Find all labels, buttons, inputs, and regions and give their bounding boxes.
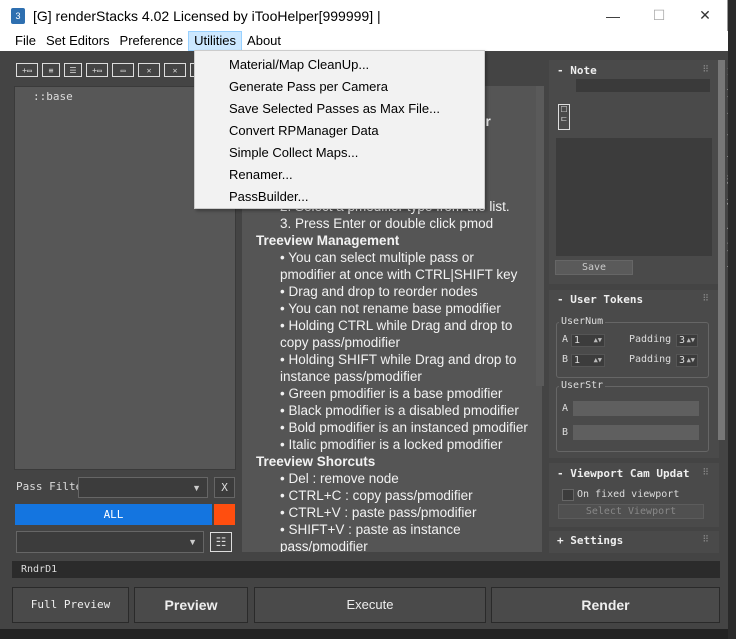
delete-icon[interactable]: ✕ [138, 63, 160, 77]
note-template-icon[interactable]: ☐ ⊏ [558, 104, 570, 130]
note-textarea[interactable] [556, 138, 712, 256]
menu-item-save-passes[interactable]: Save Selected Passes as Max File... [229, 101, 440, 116]
help-step3: 3. Press Enter or double click pmod [280, 216, 494, 231]
title-bar: 3 [G] renderStacks 4.02 Licensed by iToo… [0, 0, 728, 31]
fixed-viewport-label: On fixed viewport [577, 489, 680, 500]
help-line: • CTRL+C : copy pass/pmodifier [280, 488, 473, 503]
minimize-button[interactable]: — [590, 0, 636, 31]
help-line: • Black pmodifier is a disabled pmodifie… [280, 403, 519, 418]
help-line: • Holding SHIFT while Drag and drop to [280, 352, 517, 367]
menu-item-renamer[interactable]: Renamer... [229, 167, 293, 182]
status-bar: RndrD1 [12, 561, 720, 578]
maximize-button[interactable]: ☐ [636, 0, 682, 31]
list-icon[interactable]: ≡ [42, 63, 60, 77]
menu-about[interactable]: About [242, 31, 286, 51]
help-line: • Del : remove node [280, 471, 399, 486]
tree-node-base[interactable]: ::base [33, 90, 73, 103]
help-line: • You can select multiple pass or [280, 250, 474, 265]
padding-b-spinner[interactable]: 3 ▲▼ [676, 354, 698, 367]
help-line: • You can not rename base pmodifier [280, 301, 501, 316]
user-tokens-title[interactable]: - User Tokens [557, 293, 643, 306]
viewport-cam-title[interactable]: - Viewport Cam Updat [557, 467, 689, 480]
preview-button[interactable]: Preview [134, 587, 248, 623]
pass-icon[interactable]: ▭ [112, 63, 134, 77]
note-title[interactable]: - Note [557, 64, 597, 77]
help-scrollbar[interactable] [536, 86, 544, 386]
note-title-field[interactable] [576, 79, 710, 92]
userstr-label: UserStr [559, 380, 606, 391]
userstr-a-label: A [562, 403, 569, 414]
help-line: • Bold pmodifier is an instanced pmodifi… [280, 420, 528, 435]
render-button[interactable]: Render [491, 587, 720, 623]
list-detail-icon[interactable]: ☰ [64, 63, 82, 77]
list-edit-icon[interactable]: ☷ [210, 532, 232, 552]
settings-title[interactable]: + Settings [557, 534, 623, 547]
menu-preference[interactable]: Preference [115, 31, 189, 51]
grip-icon: ⠿ [702, 534, 709, 544]
usernum-b-label: B [562, 354, 569, 365]
userstr-b-label: B [562, 427, 569, 438]
menu-file[interactable]: File [10, 31, 41, 51]
chevron-down-icon: ▼ [192, 483, 201, 493]
userstr-a-field[interactable] [573, 401, 699, 416]
usernum-b-spinner[interactable]: 1 ▲▼ [571, 354, 605, 367]
help-treeview-mgmt-title: Treeview Management [256, 233, 400, 248]
delete-all-icon[interactable]: ✕ [164, 63, 186, 77]
all-filter-button[interactable]: ALL [15, 504, 212, 525]
menu-utilities[interactable]: Utilities [188, 31, 243, 51]
userstr-group [556, 386, 709, 452]
help-line: copy pass/pmodifier [280, 335, 401, 350]
window-title: [G] renderStacks 4.02 Licensed by iTooHe… [33, 7, 381, 24]
help-line: • Drag and drop to reorder nodes [280, 284, 478, 299]
settings-panel: + Settings ⠿ [549, 531, 719, 553]
add-pass-icon[interactable]: +▭ [16, 63, 38, 77]
menu-bar: File Set Editors Preference Utilities Ab… [0, 31, 728, 51]
help-line: instance pass/pmodifier [280, 369, 422, 384]
usernum-a-spinner[interactable]: 1 ▲▼ [571, 334, 605, 347]
usernum-group [556, 322, 709, 378]
right-scrollbar[interactable] [718, 60, 725, 440]
fixed-viewport-checkbox[interactable] [562, 489, 574, 501]
utilities-menu: Material/Map CleanUp... Generate Pass pe… [194, 50, 485, 209]
menu-set-editors[interactable]: Set Editors [41, 31, 115, 51]
close-button[interactable]: ✕ [682, 0, 728, 31]
grip-icon: ⠿ [702, 293, 709, 303]
save-note-button[interactable]: Save [555, 260, 633, 275]
color-swatch[interactable] [214, 504, 235, 525]
menu-item-collect-maps[interactable]: Simple Collect Maps... [229, 145, 358, 160]
chevron-down-icon: ▼ [188, 537, 197, 547]
help-line: pmodifier at once with CTRL|SHIFT key [280, 267, 518, 282]
grip-icon: ⠿ [702, 64, 709, 74]
usernum-label: UserNum [559, 316, 606, 327]
pass-filter-label: Pass Filte [16, 480, 83, 493]
execute-button[interactable]: Execute [254, 587, 486, 623]
add-pmodifier-icon[interactable]: +▭ [86, 63, 108, 77]
menu-item-convert-rpmanager[interactable]: Convert RPManager Data [229, 123, 379, 138]
menu-item-generate-pass[interactable]: Generate Pass per Camera [229, 79, 388, 94]
padding-a-label: Padding [629, 334, 672, 345]
help-line: • Italic pmodifier is a locked pmodifier [280, 437, 503, 452]
host-right-edge [728, 0, 736, 639]
usernum-a-label: A [562, 334, 569, 345]
grip-icon: ⠿ [702, 467, 709, 477]
help-line: • SHIFT+V : paste as instance [280, 522, 461, 537]
pass-filter-combo[interactable]: ▼ [78, 477, 208, 498]
userstr-b-field[interactable] [573, 425, 699, 440]
full-preview-button[interactable]: Full Preview [12, 587, 129, 623]
pass-filter-clear-button[interactable]: X [214, 477, 235, 498]
menu-item-material-cleanup[interactable]: Material/Map CleanUp... [229, 57, 369, 72]
help-line: • Holding CTRL while Drag and drop to [280, 318, 513, 333]
host-bottom-strip [0, 629, 736, 639]
help-shortcuts-title: Treeview Shorcuts [256, 454, 376, 469]
help-line: pass/pmodifier [280, 539, 368, 552]
help-line: • Green pmodifier is a base pmodifier [280, 386, 503, 401]
select-viewport-button[interactable]: Select Viewport [558, 504, 704, 519]
padding-a-spinner[interactable]: 3 ▲▼ [676, 334, 698, 347]
pmodifier-combo[interactable]: ▼ [16, 531, 204, 553]
padding-b-label: Padding [629, 354, 672, 365]
menu-item-passbuilder[interactable]: PassBuilder... [229, 189, 309, 204]
app-icon: 3 [11, 7, 25, 24]
help-line: • CTRL+V : paste pass/pmodifier [280, 505, 477, 520]
